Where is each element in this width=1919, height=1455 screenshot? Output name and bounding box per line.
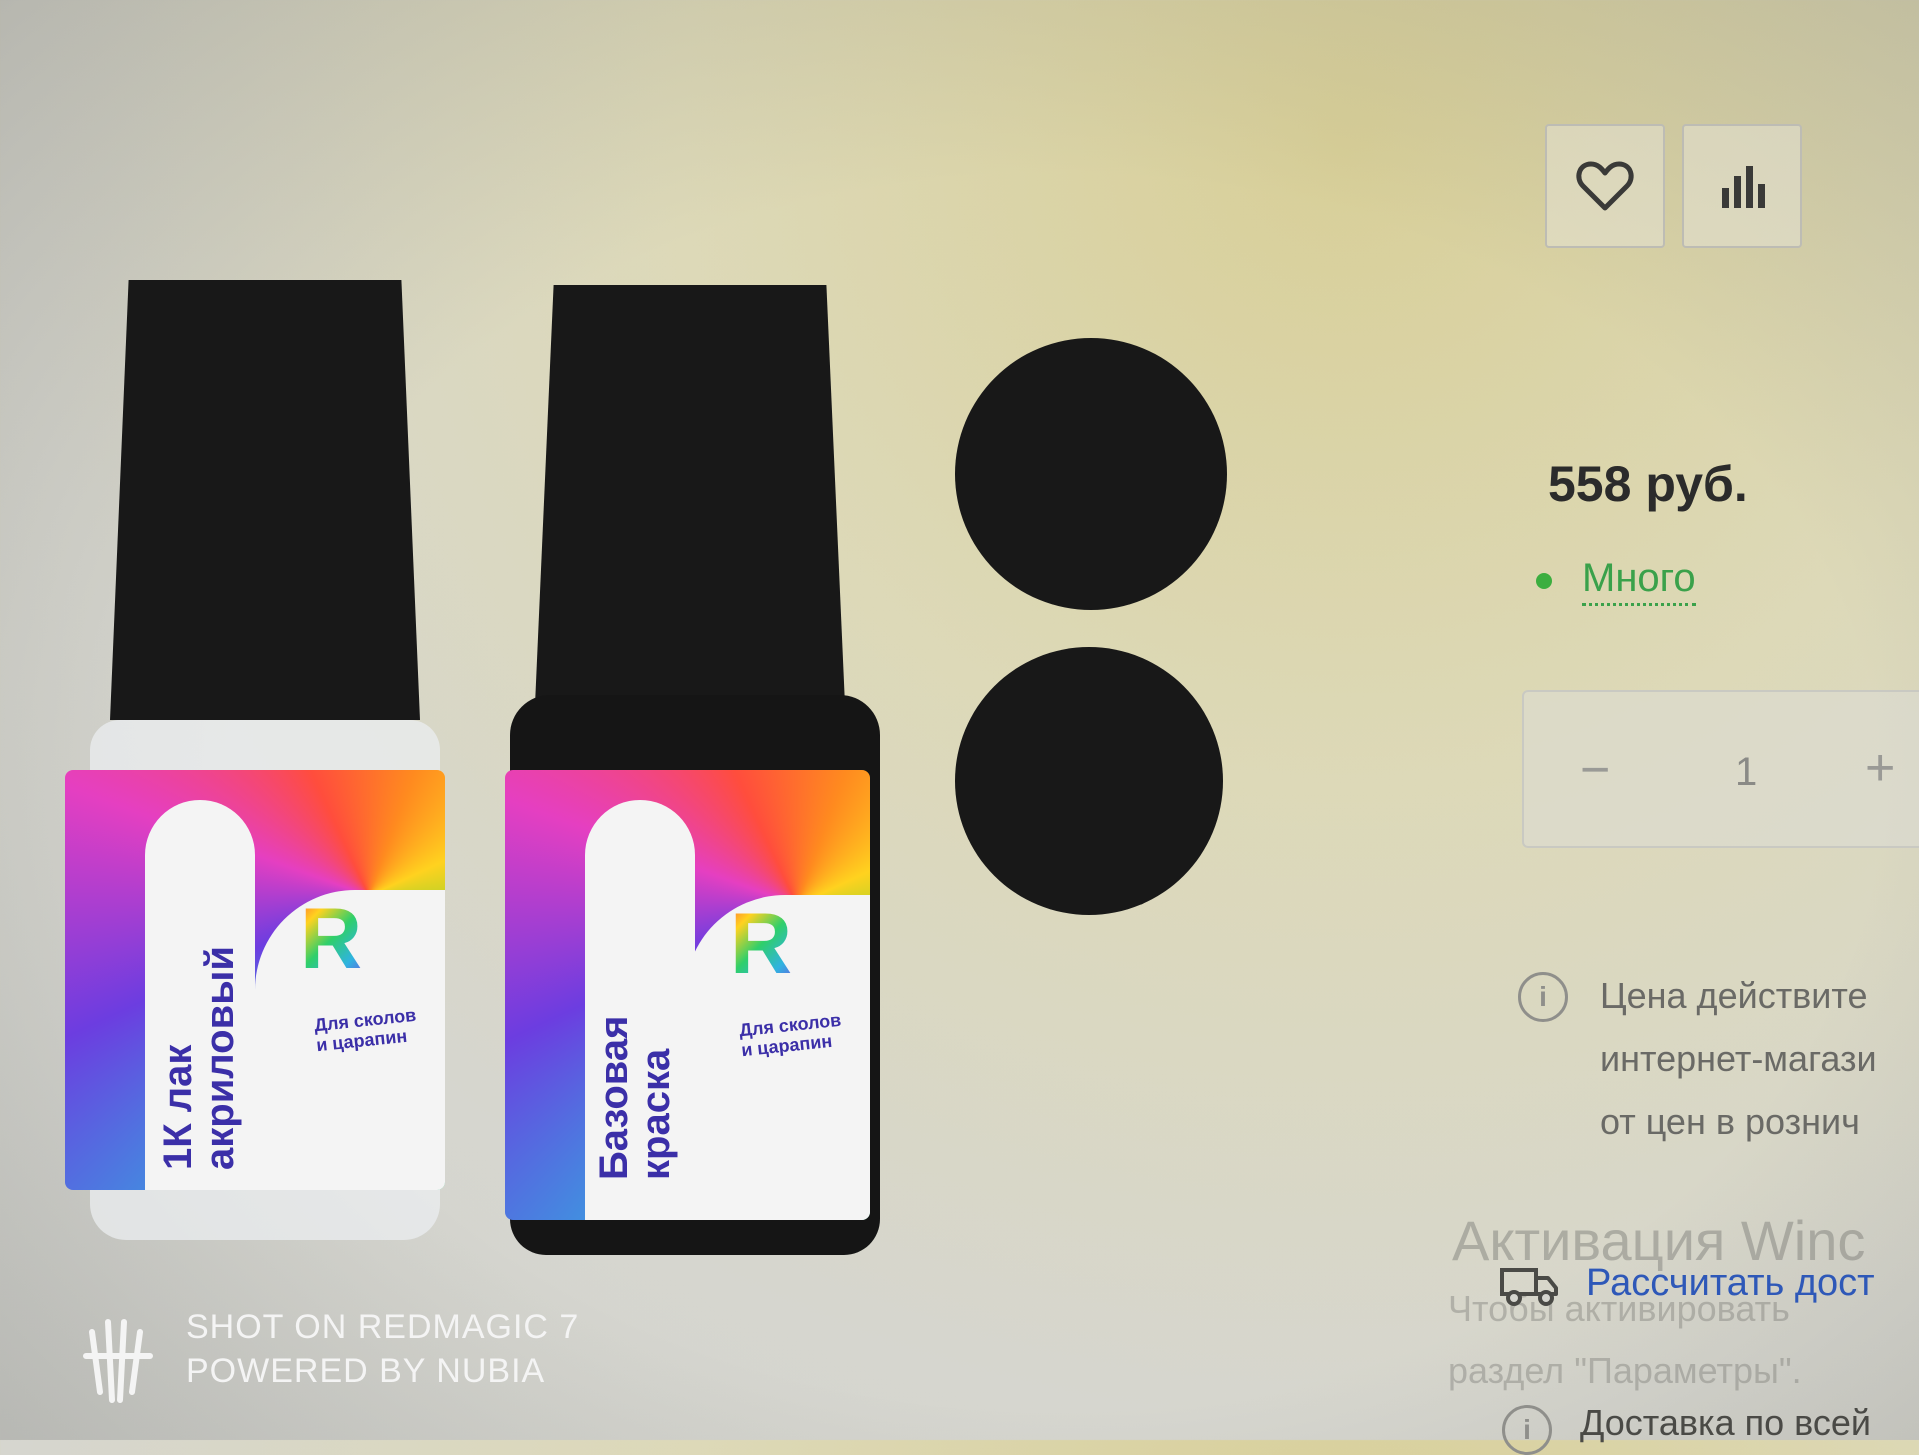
brand-logo: R — [730, 896, 793, 992]
quantity-increase-button[interactable]: + — [1865, 738, 1895, 798]
color-swatch-bottom[interactable] — [955, 647, 1223, 915]
price-note-line2: интернет-магази — [1600, 1038, 1877, 1079]
windows-activation-watermark-line2: раздел "Параметры". — [1448, 1350, 1802, 1391]
lacquer-bottle-image: 1К лак акриловый R Для сколов и царапин — [60, 280, 450, 1270]
calculate-delivery-link[interactable]: Рассчитать дост — [1586, 1262, 1875, 1305]
camera-watermark-line1: SHOT ON REDMAGIC 7 — [186, 1308, 580, 1346]
base-paint-label: Базовая краска R Для сколов и царапин — [505, 770, 870, 1220]
quantity-value[interactable]: 1 — [1735, 750, 1757, 795]
quantity-decrease-button[interactable]: − — [1580, 740, 1610, 800]
compare-button[interactable] — [1682, 124, 1802, 248]
brand-logo: R — [300, 891, 363, 987]
favorite-button[interactable] — [1545, 124, 1665, 248]
truck-icon — [1500, 1268, 1558, 1306]
bottle-cap — [535, 285, 845, 705]
camera-watermark-line2: POWERED BY NUBIA — [186, 1352, 546, 1390]
bottle-cap — [110, 280, 420, 720]
price-note-line3: от цен в рознич — [1600, 1101, 1860, 1142]
info-icon: i — [1518, 972, 1568, 1022]
price-note-line1: Цена действите — [1600, 975, 1868, 1016]
lacquer-label: 1К лак акриловый R Для сколов и царапин — [65, 770, 445, 1190]
color-swatch-top[interactable] — [955, 338, 1227, 610]
bottle2-title: Базовая краска — [592, 1015, 678, 1180]
redmagic-logo-icon — [83, 1319, 153, 1403]
stock-status-link[interactable]: Много — [1582, 556, 1696, 606]
bar-chart-icon — [1722, 166, 1765, 208]
heart-icon — [1576, 161, 1634, 211]
delivery-info-icon: i — [1502, 1405, 1552, 1455]
base-paint-bottle-image: Базовая краска R Для сколов и царапин — [505, 285, 885, 1275]
stock-indicator-dot — [1536, 573, 1552, 589]
bottle1-title: 1К лак акриловый — [156, 946, 242, 1170]
delivery-everywhere-text: Доставка по всей — [1580, 1402, 1871, 1443]
price: 558 руб. — [1548, 456, 1748, 512]
